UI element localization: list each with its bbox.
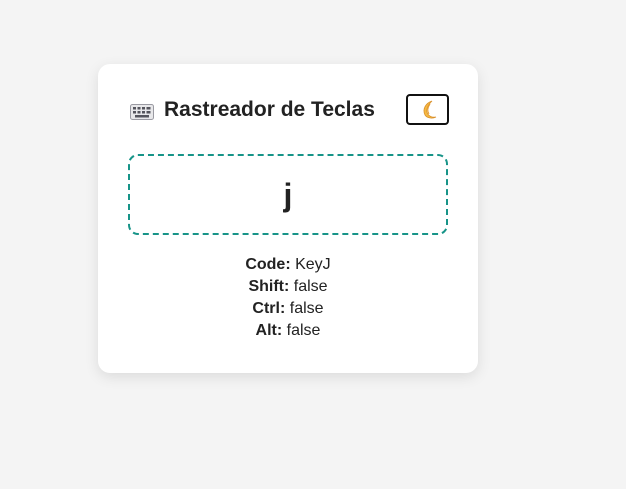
detail-value: false	[293, 278, 328, 295]
detail-label: Shift:	[248, 278, 290, 295]
detail-value: KeyJ	[295, 256, 331, 273]
detail-alt: Alt: false	[98, 320, 478, 342]
title-row: Rastreador de Teclas	[130, 94, 375, 126]
page-title: Rastreador de Teclas	[164, 98, 375, 121]
detail-code: Code: KeyJ	[98, 254, 478, 276]
detail-label: Alt:	[255, 322, 283, 339]
detail-shift: Shift: false	[98, 276, 478, 298]
theme-toggle-button[interactable]	[406, 94, 449, 125]
detail-label: Ctrl:	[252, 300, 286, 317]
detail-value: false	[289, 300, 324, 317]
detail-value: false	[286, 322, 321, 339]
crescent-moon-icon	[423, 100, 436, 118]
key-tracker-card: Rastreador de Teclas j Code: KeyJ Shift:…	[98, 64, 478, 373]
key-details: Code: KeyJ Shift: false Ctrl: false Alt:…	[98, 254, 478, 342]
detail-ctrl: Ctrl: false	[98, 298, 478, 320]
detail-label: Code:	[245, 256, 291, 273]
card-header: Rastreador de Teclas	[98, 94, 478, 126]
pressed-key-display: j	[128, 154, 448, 235]
pressed-key-value: j	[283, 176, 293, 213]
keyboard-icon	[130, 104, 154, 120]
